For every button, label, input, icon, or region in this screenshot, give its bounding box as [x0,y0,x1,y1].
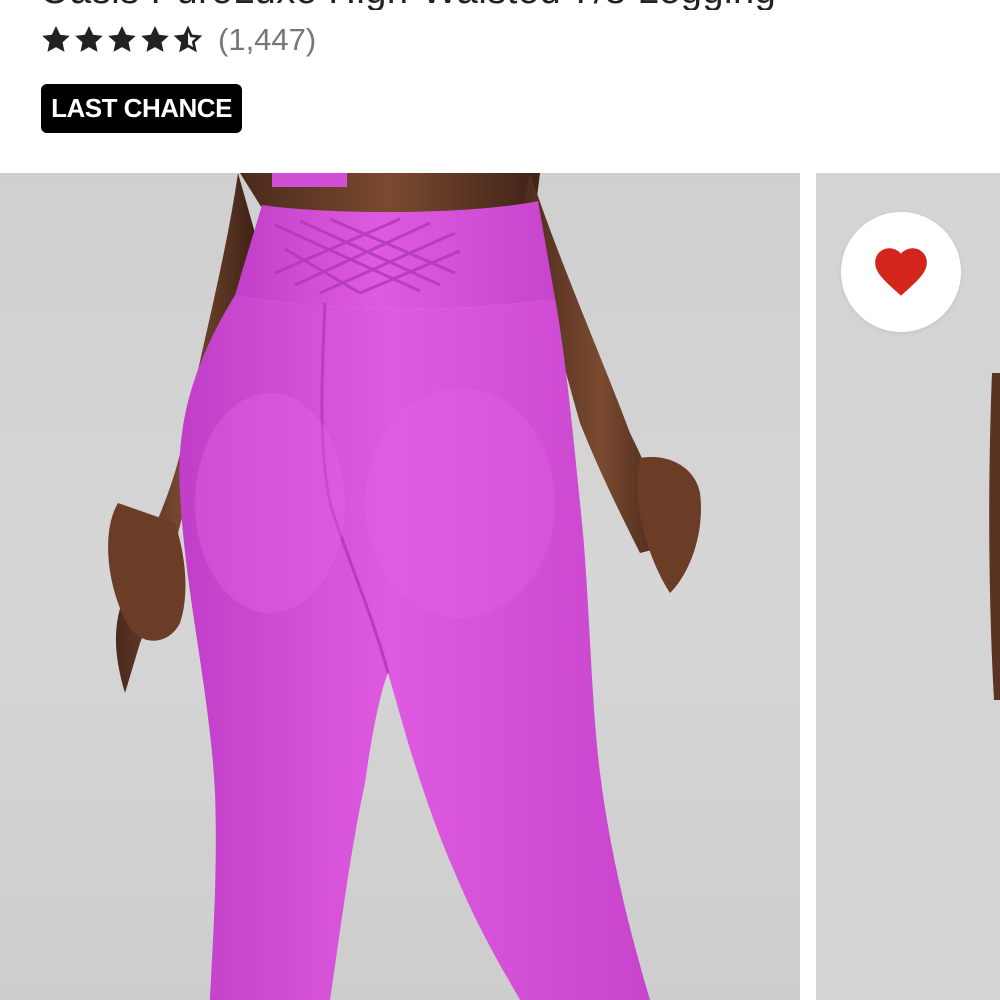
heart-icon [875,248,927,296]
favorite-button[interactable] [841,212,961,332]
legging-back-view-illustration [108,173,701,1000]
star-full-icon [75,26,103,52]
star-rating [40,24,204,56]
star-full-icon [42,26,70,52]
product-title: Oasis PureLuxe High-Waisted 7/8 Legging [40,0,1000,10]
product-photo-main[interactable] [0,173,800,1000]
star-full-icon [108,26,136,52]
star-half-icon [173,25,203,53]
rating-row[interactable]: (1,447) [40,18,316,62]
review-count[interactable]: (1,447) [218,22,316,58]
star-full-icon [141,26,169,52]
last-chance-badge: LAST CHANCE [41,84,242,133]
